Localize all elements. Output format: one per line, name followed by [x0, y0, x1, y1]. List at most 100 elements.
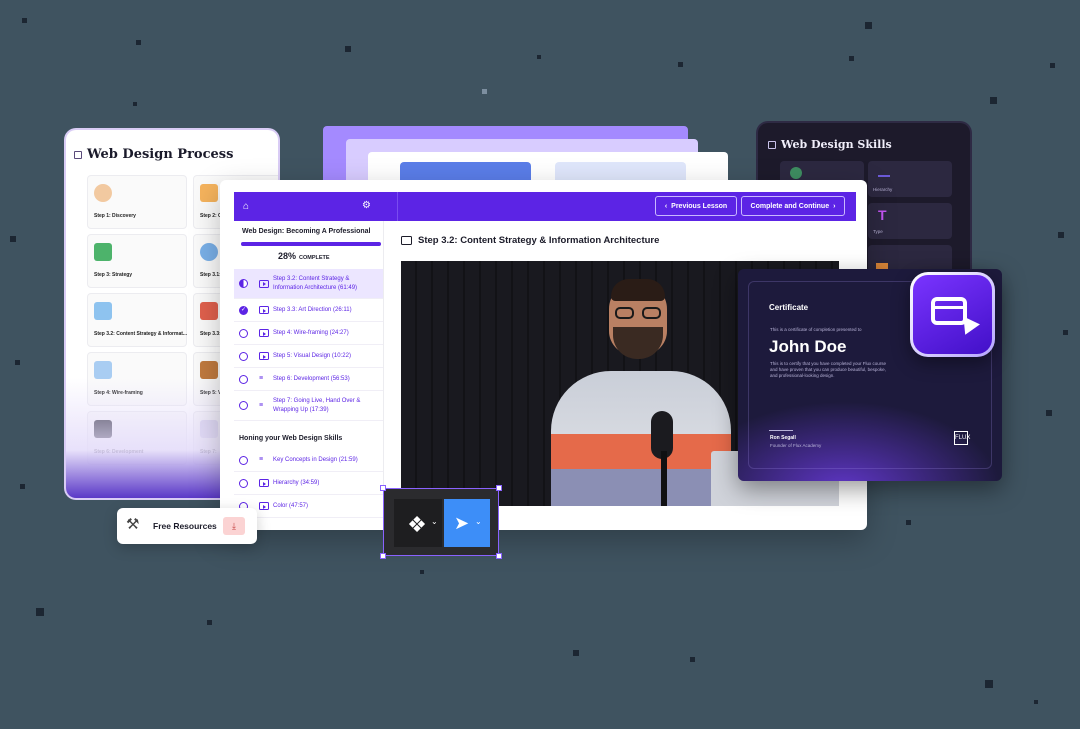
lesson-item-key-concepts[interactable]: ≡ Key Concepts in Design (21:59)	[234, 449, 383, 472]
resize-handle[interactable]	[496, 553, 502, 559]
lesson-item-step-5[interactable]: Step 5: Visual Design (10:22)	[234, 345, 383, 368]
free-resources-label: Free Resources	[153, 521, 217, 531]
previous-lesson-button[interactable]: ‹ Previous Lesson	[655, 196, 737, 216]
wireframe-icon	[94, 361, 112, 379]
lesson-item-step-3-3[interactable]: ✓ Step 3.3: Art Direction (26:11)	[234, 299, 383, 322]
process-tile[interactable]: Step 6: Development	[87, 411, 187, 465]
video-icon	[259, 502, 269, 510]
lesson-item-step-6[interactable]: ≡ Step 6: Development (56:53)	[234, 368, 383, 391]
skills-card-title: Web Design Skills	[768, 138, 892, 151]
tools-icon: ⚒	[126, 516, 140, 533]
lesson-item-step-4[interactable]: Step 4: Wire-framing (24:27)	[234, 322, 383, 345]
free-resources-button[interactable]: ⚒ Free Resources ⤓	[117, 508, 257, 544]
figma-toolbar: ❖ ⌄ ➤ ⌄	[380, 485, 502, 559]
flux-logo-icon: FLUX	[954, 431, 970, 445]
skill-icon	[790, 167, 802, 179]
video-icon	[259, 306, 269, 314]
microphone-arm	[661, 451, 667, 506]
process-tile-label: Step 1: Discovery	[94, 213, 136, 219]
process-card-title: Web Design Process	[74, 147, 233, 162]
skill-tile[interactable]: T Type	[868, 203, 952, 239]
process-tile-label: Step 3: Strategy	[94, 272, 133, 278]
sitemap-icon	[94, 302, 112, 320]
magnifier-icon	[200, 243, 218, 261]
chevron-down-icon: ⌄	[431, 517, 438, 526]
home-icon[interactable]: ⌂	[234, 192, 258, 221]
incomplete-icon	[239, 455, 248, 465]
process-tile[interactable]: Step 1: Discovery	[87, 175, 187, 229]
flux-app-icon	[910, 272, 995, 357]
lesson-topbar: ⌂ ⚙ ‹ Previous Lesson Complete and Conti…	[234, 192, 856, 221]
process-tile-label: Step 3.2: Content Strategy & Informat...	[94, 331, 188, 337]
complete-and-continue-button[interactable]: Complete and Continue ›	[741, 196, 845, 216]
course-progress-fill	[241, 242, 382, 246]
code-icon	[94, 420, 112, 438]
figma-logo-icon: ❖	[407, 512, 427, 537]
video-icon	[259, 279, 269, 288]
lesson-item-step-3-2[interactable]: Step 3.2: Content Strategy & Information…	[234, 269, 383, 299]
palette-icon	[200, 302, 218, 320]
check-icon: ✓	[239, 305, 248, 315]
skill-tile[interactable]: Hierarchy	[868, 161, 952, 197]
process-tile[interactable]: Step 3.2: Content Strategy & Informat...	[87, 293, 187, 347]
process-tile-label: Step 2: C	[200, 213, 222, 219]
launch-icon	[200, 420, 218, 438]
lesson-title: Step 3.2: Content Strategy & Information…	[401, 235, 659, 246]
topbar-divider	[397, 192, 398, 221]
resize-handle[interactable]	[380, 485, 386, 491]
board-icon	[768, 140, 776, 149]
video-icon	[259, 329, 269, 337]
incomplete-icon	[239, 351, 248, 361]
clipboard-icon	[94, 243, 112, 261]
process-tile-label: Step 3.3:	[200, 331, 221, 337]
video-icon	[259, 352, 269, 360]
half-complete-icon	[239, 279, 248, 288]
discovery-icon	[94, 184, 112, 202]
certificate-recipient-name: John Doe	[769, 337, 847, 356]
list-icon: ≡	[259, 375, 264, 382]
handshake-icon	[200, 184, 218, 202]
figma-menu-button[interactable]: ❖ ⌄	[394, 499, 442, 547]
lesson-sidebar: Web Design: Becoming A Professional 28% …	[234, 221, 384, 530]
cursor-icon: ➤	[454, 513, 470, 533]
incomplete-icon	[239, 328, 248, 338]
process-tile-label: Step 3.1:	[200, 272, 221, 278]
lesson-item-hierarchy[interactable]: Hierarchy (34:59)	[234, 472, 383, 495]
incomplete-icon	[239, 374, 248, 384]
board-icon	[74, 150, 82, 159]
type-icon: T	[878, 207, 887, 223]
incomplete-icon	[239, 478, 248, 488]
certificate-label: Certificate	[769, 303, 809, 312]
course-progress-bar	[241, 242, 382, 246]
list-icon: ≡	[259, 456, 264, 463]
process-tile[interactable]: Step 3: Strategy	[87, 234, 187, 288]
resize-handle[interactable]	[496, 485, 502, 491]
move-tool-button[interactable]: ➤ ⌄	[444, 499, 490, 547]
signature	[769, 409, 793, 431]
process-tile-label: Step 7:	[200, 449, 217, 455]
presenter-body	[551, 371, 731, 506]
process-tile[interactable]: Step 4: Wire-framing	[87, 352, 187, 406]
certificate-signer: Ron Segall	[770, 435, 796, 441]
video-icon	[259, 479, 269, 487]
course-title: Web Design: Becoming A Professional	[242, 228, 371, 235]
lesson-item-step-7[interactable]: ≡ Step 7: Going Live, Hand Over & Wrappi…	[234, 391, 383, 421]
certificate-body: This is to certify that you have complet…	[770, 361, 887, 378]
list-icon: ≡	[259, 401, 264, 409]
download-icon[interactable]: ⤓	[223, 517, 245, 535]
progress-label: 28% COMPLETE	[278, 251, 330, 261]
section-title: Honing your Web Design Skills	[239, 435, 343, 442]
hierarchy-icon	[878, 167, 890, 177]
chevron-right-icon: ›	[833, 202, 836, 210]
gear-icon[interactable]: ⚙	[362, 200, 371, 211]
chevron-down-icon: ⌄	[475, 517, 482, 526]
brush-icon	[200, 361, 218, 379]
certificate-intro: This is a certificate of completion pres…	[770, 327, 862, 332]
incomplete-icon	[239, 401, 248, 410]
resize-handle[interactable]	[380, 553, 386, 559]
chevron-left-icon: ‹	[664, 202, 668, 210]
video-icon	[401, 236, 412, 245]
process-tile-label: Step 6: Development	[94, 449, 144, 455]
presenter-glasses	[615, 307, 663, 319]
process-tile-label: Step 4: Wire-framing	[94, 390, 143, 396]
